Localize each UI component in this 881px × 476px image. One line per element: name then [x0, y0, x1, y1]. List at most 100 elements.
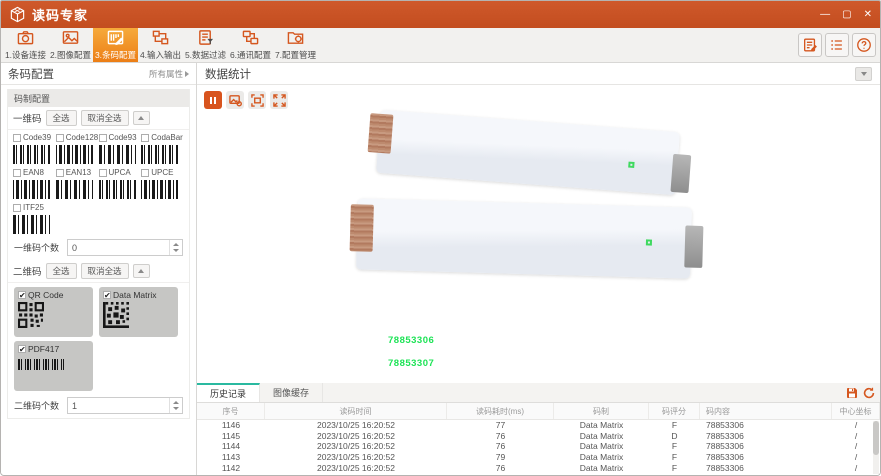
viewer-toolbar: [204, 91, 288, 109]
oned-select-all-button[interactable]: 全选: [46, 110, 77, 126]
checkbox[interactable]: [56, 134, 64, 142]
toolbar-tab-5[interactable]: 5.数据过滤: [183, 28, 228, 62]
column-header[interactable]: 中心坐标: [832, 403, 880, 419]
table-cell: 76: [447, 473, 554, 475]
history-row[interactable]: 11452023/10/25 16:20:5276Data MatrixD788…: [197, 431, 880, 442]
checkbox[interactable]: [99, 169, 107, 177]
twod-code-pdf417[interactable]: ✔PDF417: [14, 341, 93, 391]
table-cell: 2023/10/25 16:20:52: [265, 473, 447, 475]
table-header-row: 序号读码时间读码耗时(ms)码制码评分码内容中心坐标: [197, 403, 880, 420]
toolbar-tab-6[interactable]: 6.通讯配置: [228, 28, 273, 62]
column-header[interactable]: 读码耗时(ms): [447, 403, 554, 419]
save-icon[interactable]: [845, 386, 858, 399]
io-icon: [151, 29, 170, 48]
all-properties-label: 所有属性: [149, 68, 183, 80]
checkbox[interactable]: ✔: [103, 291, 111, 299]
checkbox[interactable]: [13, 204, 21, 212]
table-cell: 2023/10/25 16:20:52: [265, 441, 447, 452]
fit-view-icon[interactable]: [248, 91, 266, 109]
table-cell: 78853306: [700, 441, 832, 452]
battery-cell-image: [356, 198, 692, 278]
minimize-button[interactable]: —: [820, 9, 830, 21]
code-label: EAN8: [23, 168, 44, 177]
chevron-down-icon: [861, 72, 867, 76]
oned-code-upce: UPCE: [141, 168, 184, 199]
twod-count-row: 二维码个数 1: [8, 393, 189, 418]
history-tab-1[interactable]: 图像缓存: [260, 383, 323, 402]
history-row[interactable]: 11412023/10/25 16:20:5276Data MatrixF788…: [197, 473, 880, 475]
oned-code-itf25: ITF25: [13, 203, 56, 234]
table-cell: 78853306: [700, 452, 832, 463]
toolbar-tab-7[interactable]: 7.配置管理: [273, 28, 318, 62]
twod-select-all-button[interactable]: 全选: [46, 263, 77, 279]
decoded-result-text: 78853306: [388, 335, 434, 346]
table-cell: 1145: [197, 431, 265, 442]
code-label: PDF417: [28, 344, 59, 354]
history-row[interactable]: 11442023/10/25 16:20:5276Data MatrixF788…: [197, 441, 880, 452]
table-cell: 2023/10/25 16:20:52: [265, 420, 447, 431]
twod-collapse-button[interactable]: [133, 264, 150, 278]
table-cell: F: [649, 473, 700, 475]
history-row[interactable]: 11462023/10/25 16:20:5277Data MatrixF788…: [197, 420, 880, 431]
table-cell: 79: [447, 452, 554, 463]
pdf417-preview: [18, 359, 64, 370]
twod-code-qr-code[interactable]: ✔QR Code: [14, 287, 93, 337]
maximize-button[interactable]: ▢: [842, 9, 851, 21]
image-viewer[interactable]: 7885330678853307: [197, 85, 880, 385]
spinner-arrows[interactable]: [169, 240, 182, 255]
toolbar-tab-3[interactable]: 3.条码配置: [93, 28, 138, 62]
code-type-group: 码制配置 一维码 全选 取消全选 Code39Code128Code93Coda…: [7, 89, 190, 419]
oned-deselect-all-button[interactable]: 取消全选: [81, 110, 129, 126]
toolbar-tab-4[interactable]: 4.输入输出: [138, 28, 183, 62]
checkbox[interactable]: ✔: [18, 345, 26, 353]
checkbox[interactable]: ✔: [18, 291, 26, 299]
checkbox[interactable]: [141, 169, 149, 177]
toolbar-tab-1[interactable]: 1.设备连接: [3, 28, 48, 62]
column-header[interactable]: 读码时间: [265, 403, 447, 419]
oned-code-grid: Code39Code128Code93CodaBarEAN8EAN13UPCAU…: [8, 130, 189, 235]
checkbox[interactable]: [141, 134, 149, 142]
help-icon[interactable]: [852, 33, 876, 57]
column-header[interactable]: 序号: [197, 403, 265, 419]
oned-code-ean8: EAN8: [13, 168, 56, 199]
barcode-preview: [56, 145, 93, 164]
column-header[interactable]: 码评分: [649, 403, 700, 419]
column-header[interactable]: 码制: [554, 403, 649, 419]
all-properties-link[interactable]: 所有属性: [149, 68, 189, 80]
twod-deselect-all-button[interactable]: 取消全选: [81, 263, 129, 279]
history-row[interactable]: 11422023/10/25 16:20:5276Data MatrixF788…: [197, 462, 880, 473]
column-header[interactable]: 码内容: [700, 403, 832, 419]
checkbox[interactable]: [13, 134, 21, 142]
checkbox[interactable]: [99, 134, 107, 142]
history-tab-0[interactable]: 历史记录: [197, 383, 260, 402]
copper-tab: [350, 204, 374, 252]
twod-count-input[interactable]: 1: [67, 397, 183, 414]
barcode-preview: [13, 215, 50, 234]
checkbox[interactable]: [56, 169, 64, 177]
table-cell: 78853306: [700, 462, 832, 473]
report-icon[interactable]: [798, 33, 822, 57]
clear-icon[interactable]: [862, 386, 875, 399]
oned-collapse-button[interactable]: [133, 111, 150, 125]
panel-dropdown-button[interactable]: [855, 67, 872, 81]
toolbar-right-buttons: [798, 33, 876, 57]
table-cell: Data Matrix: [554, 420, 649, 431]
oned-code-code39: Code39: [13, 133, 56, 164]
spinner-arrows[interactable]: [169, 398, 182, 413]
barcode-preview: [13, 180, 50, 199]
close-button[interactable]: ✕: [864, 9, 872, 21]
chevron-up-icon: [138, 269, 144, 273]
oned-count-input[interactable]: 0: [67, 239, 183, 256]
barcode-edit-icon: [106, 29, 125, 48]
scrollbar-thumb[interactable]: [873, 421, 879, 455]
twod-code-data-matrix[interactable]: ✔Data Matrix: [99, 287, 178, 337]
checkbox[interactable]: [13, 169, 21, 177]
image-settings-icon[interactable]: [226, 91, 244, 109]
fullscreen-icon[interactable]: [270, 91, 288, 109]
table-cell: F: [649, 462, 700, 473]
list-icon[interactable]: [825, 33, 849, 57]
table-scrollbar[interactable]: [873, 421, 879, 474]
pause-icon[interactable]: [204, 91, 222, 109]
toolbar-tab-2[interactable]: 2.图像配置: [48, 28, 93, 62]
history-row[interactable]: 11432023/10/25 16:20:5279Data MatrixF788…: [197, 452, 880, 463]
